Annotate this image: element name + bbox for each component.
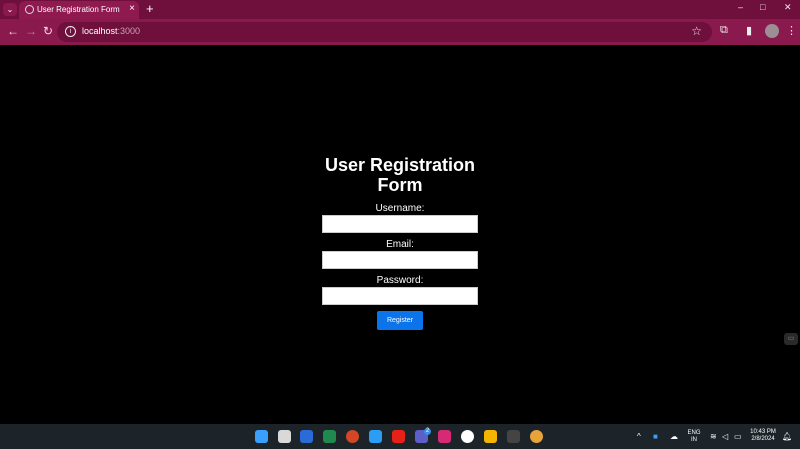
bell-icon[interactable]: 🔔︎ <box>782 432 792 441</box>
side-panel-icon[interactable]: ▮ <box>746 24 752 37</box>
notification-badge: 2 <box>424 428 431 435</box>
email-field[interactable] <box>322 251 478 269</box>
password-field[interactable] <box>322 287 478 305</box>
chrome-icon[interactable] <box>530 430 543 443</box>
language-indicator[interactable]: ENG IN <box>687 430 701 444</box>
tab-title: User Registration Form <box>37 5 120 14</box>
clock[interactable]: 10:43 PM 2/8/2024 <box>748 429 778 443</box>
extensions-icon[interactable]: ⧉ <box>720 24 728 37</box>
username-label: Username: <box>375 203 425 214</box>
powerpoint-icon[interactable] <box>346 430 359 443</box>
page-viewport: User Registration Form Username: Email: … <box>0 45 800 424</box>
close-window-button[interactable]: ✕ <box>784 2 792 13</box>
site-info-icon[interactable]: i <box>65 26 76 37</box>
instagram-icon[interactable] <box>438 430 451 443</box>
tab-strip: ⌄ User Registration Form × + – □ ✕ <box>0 0 800 19</box>
file-explorer-icon[interactable] <box>278 430 291 443</box>
vscode-icon[interactable] <box>369 430 382 443</box>
minimize-button[interactable]: – <box>738 2 743 12</box>
browser-tab[interactable]: User Registration Form × <box>19 1 139 19</box>
chevron-up-icon[interactable]: ^ <box>637 432 641 441</box>
side-widget-icon[interactable]: ▭ <box>784 333 798 345</box>
reload-button[interactable]: ↻ <box>43 24 53 38</box>
taskbar: 2 ^ ■ ☁ ENG IN ≋ ◁ ▭ 10:43 PM 2/8/2024 🔔︎ <box>0 424 800 449</box>
avatar[interactable] <box>765 24 779 38</box>
url-text[interactable]: localhost:3000 <box>82 26 140 36</box>
new-tab-button[interactable]: + <box>146 1 154 16</box>
address-bar[interactable]: i localhost:3000 ☆ <box>57 22 712 42</box>
menu-icon[interactable]: ⋮ <box>786 24 797 37</box>
globe-icon <box>25 5 34 14</box>
maximize-button[interactable]: □ <box>760 2 765 12</box>
word-icon[interactable] <box>300 430 313 443</box>
register-button[interactable]: Register <box>377 311 423 330</box>
terminal-icon[interactable] <box>507 430 520 443</box>
forward-button[interactable]: → <box>25 24 37 38</box>
files-icon[interactable] <box>484 430 497 443</box>
battery-icon[interactable]: ▭ <box>734 432 742 441</box>
browser-toolbar: ← → ↻ i localhost:3000 ☆ ⧉ ▮ ⋮ <box>0 19 800 45</box>
volume-icon[interactable]: ◁ <box>722 432 728 441</box>
registration-form: User Registration Form Username: Email: … <box>300 155 500 330</box>
username-field[interactable] <box>322 215 478 233</box>
security-icon[interactable]: ■ <box>653 432 658 441</box>
bookmark-star-icon[interactable]: ☆ <box>691 24 702 38</box>
tab-search-button[interactable]: ⌄ <box>3 3 17 16</box>
back-button[interactable]: ← <box>7 24 19 38</box>
github-icon[interactable] <box>461 430 474 443</box>
email-label: Email: <box>386 239 414 250</box>
wifi-icon[interactable]: ≋ <box>710 432 717 441</box>
password-label: Password: <box>376 275 424 286</box>
form-title: User Registration Form <box>324 155 476 195</box>
close-tab-icon[interactable]: × <box>129 3 135 14</box>
windows-start-icon[interactable] <box>255 430 268 443</box>
excel-icon[interactable] <box>323 430 336 443</box>
cloud-icon[interactable]: ☁ <box>670 432 678 441</box>
youtube-icon[interactable] <box>392 430 405 443</box>
